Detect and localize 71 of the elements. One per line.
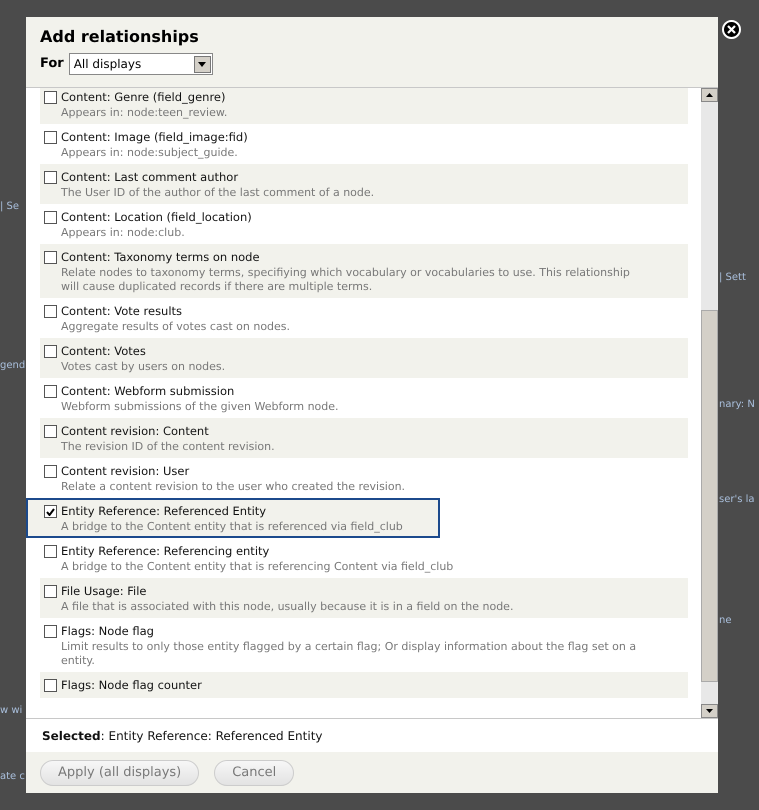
scrollbar[interactable] — [701, 88, 718, 718]
background-text: ne — [719, 614, 732, 628]
option-label: File Usage: File — [61, 583, 148, 600]
for-label: For — [40, 55, 64, 74]
background-text: ser's la — [719, 493, 755, 507]
option-description: Limit results to only those entity flagged by a certain flag; Or display information about the flag set on a entity. — [61, 640, 638, 668]
close-icon[interactable] — [722, 20, 741, 39]
relationship-option[interactable]: Flags: Node flag counter — [40, 672, 688, 698]
relationship-option[interactable]: Content: Votes Votes cast by users on nodes. — [40, 338, 688, 378]
option-description: Appears in: node:teen_review. — [61, 106, 228, 120]
dialog-title: Add relationships — [40, 27, 200, 47]
option-description: Relate a content revision to the user who created the revision. — [61, 480, 406, 494]
relationship-option[interactable]: Content: Genre (field_genre) Appears in: node:teen_review. — [40, 88, 688, 124]
checkbox[interactable] — [44, 131, 57, 144]
checkbox[interactable] — [44, 545, 57, 558]
checkbox[interactable] — [44, 171, 57, 184]
checkbox[interactable] — [44, 91, 57, 104]
checkbox[interactable] — [44, 465, 57, 478]
option-label: Content: Last comment author — [61, 169, 240, 186]
scroll-down-icon[interactable] — [701, 704, 718, 718]
relationship-option[interactable]: Content: Last comment author The User ID of the author of the last comment of a node. — [40, 164, 688, 204]
relationship-option[interactable]: Content revision: Content The revision ID of the content revision. — [40, 418, 688, 458]
checkbox[interactable] — [44, 625, 57, 638]
option-description: Appears in: node:club. — [61, 226, 186, 240]
option-label: Entity Reference: Referenced Entity — [61, 503, 268, 520]
option-description: Votes cast by users on nodes. — [61, 360, 226, 374]
checkbox[interactable] — [44, 251, 57, 264]
relationship-option[interactable]: Entity Reference: Referenced Entity A bridge to the Content entity that is referenced via field_club — [26, 498, 440, 538]
option-label: Content: Taxonomy terms on node — [61, 249, 261, 266]
option-label: Content: Location (field_location) — [61, 209, 253, 226]
background-text: | Sett — [719, 271, 746, 285]
checkbox[interactable] — [44, 505, 57, 518]
checkbox[interactable] — [44, 211, 57, 224]
scroll-up-icon[interactable] — [701, 88, 718, 102]
cancel-button[interactable]: Cancel — [214, 760, 294, 786]
checkbox[interactable] — [44, 345, 57, 358]
option-label: Content revision: User — [61, 463, 190, 480]
option-label: Content: Webform submission — [61, 383, 236, 400]
background-text: nary: N — [719, 398, 755, 412]
option-description: The User ID of the author of the last comment of a node. — [61, 186, 376, 200]
background-text: gend — [0, 359, 26, 373]
option-description: Webform submissions of the given Webform node. — [61, 400, 340, 414]
checkbox[interactable] — [44, 305, 57, 318]
option-description: Aggregate results of votes cast on nodes. — [61, 320, 292, 334]
relationship-option[interactable]: Content: Taxonomy terms on node Relate nodes to taxonomy terms, specifiying which vocabulary or vocabularies to use. This relationship will cause duplicated records if there are multiple terms. — [40, 244, 688, 298]
option-label: Content: Image (field_image:fid) — [61, 129, 249, 146]
checkbox[interactable] — [44, 425, 57, 438]
display-select[interactable]: All displays — [68, 53, 213, 75]
option-description: A bridge to the Content entity that is referencing Content via field_club — [61, 560, 454, 574]
background-text: ate c — [0, 770, 25, 784]
option-label: Content revision: Content — [61, 423, 210, 440]
checkbox[interactable] — [44, 585, 57, 598]
option-label: Flags: Node flag counter — [61, 677, 203, 694]
option-label: Content: Vote results — [61, 303, 184, 320]
option-description: A file that is associated with this node, usually because it is in a field on the node. — [61, 600, 514, 614]
checkbox[interactable] — [44, 385, 57, 398]
background-text: w wi — [0, 704, 22, 718]
option-label: Entity Reference: Referencing entity — [61, 543, 270, 560]
option-label: Content: Genre (field_genre) — [61, 89, 226, 106]
option-description: The revision ID of the content revision. — [61, 440, 276, 454]
option-description: Relate nodes to taxonomy terms, specifiying which vocabulary or vocabularies to use. This relationship will cause duplicated records if there are multiple terms. — [61, 266, 631, 294]
option-label: Flags: Node flag — [61, 623, 155, 640]
selected-summary: Selected: Entity Reference: Referenced Entity — [42, 728, 323, 744]
relationship-option[interactable]: File Usage: File A file that is associated with this node, usually because it is in a field on the node. — [40, 578, 688, 618]
scroll-thumb[interactable] — [701, 310, 718, 682]
background-text: | Se — [0, 200, 20, 214]
option-description: A bridge to the Content entity that is referenced via field_club — [61, 520, 400, 534]
apply-button[interactable]: Apply (all displays) — [40, 760, 200, 786]
option-label: Content: Votes — [61, 343, 147, 360]
option-description: Appears in: node:subject_guide. — [61, 146, 239, 160]
checkbox[interactable] — [44, 679, 57, 692]
